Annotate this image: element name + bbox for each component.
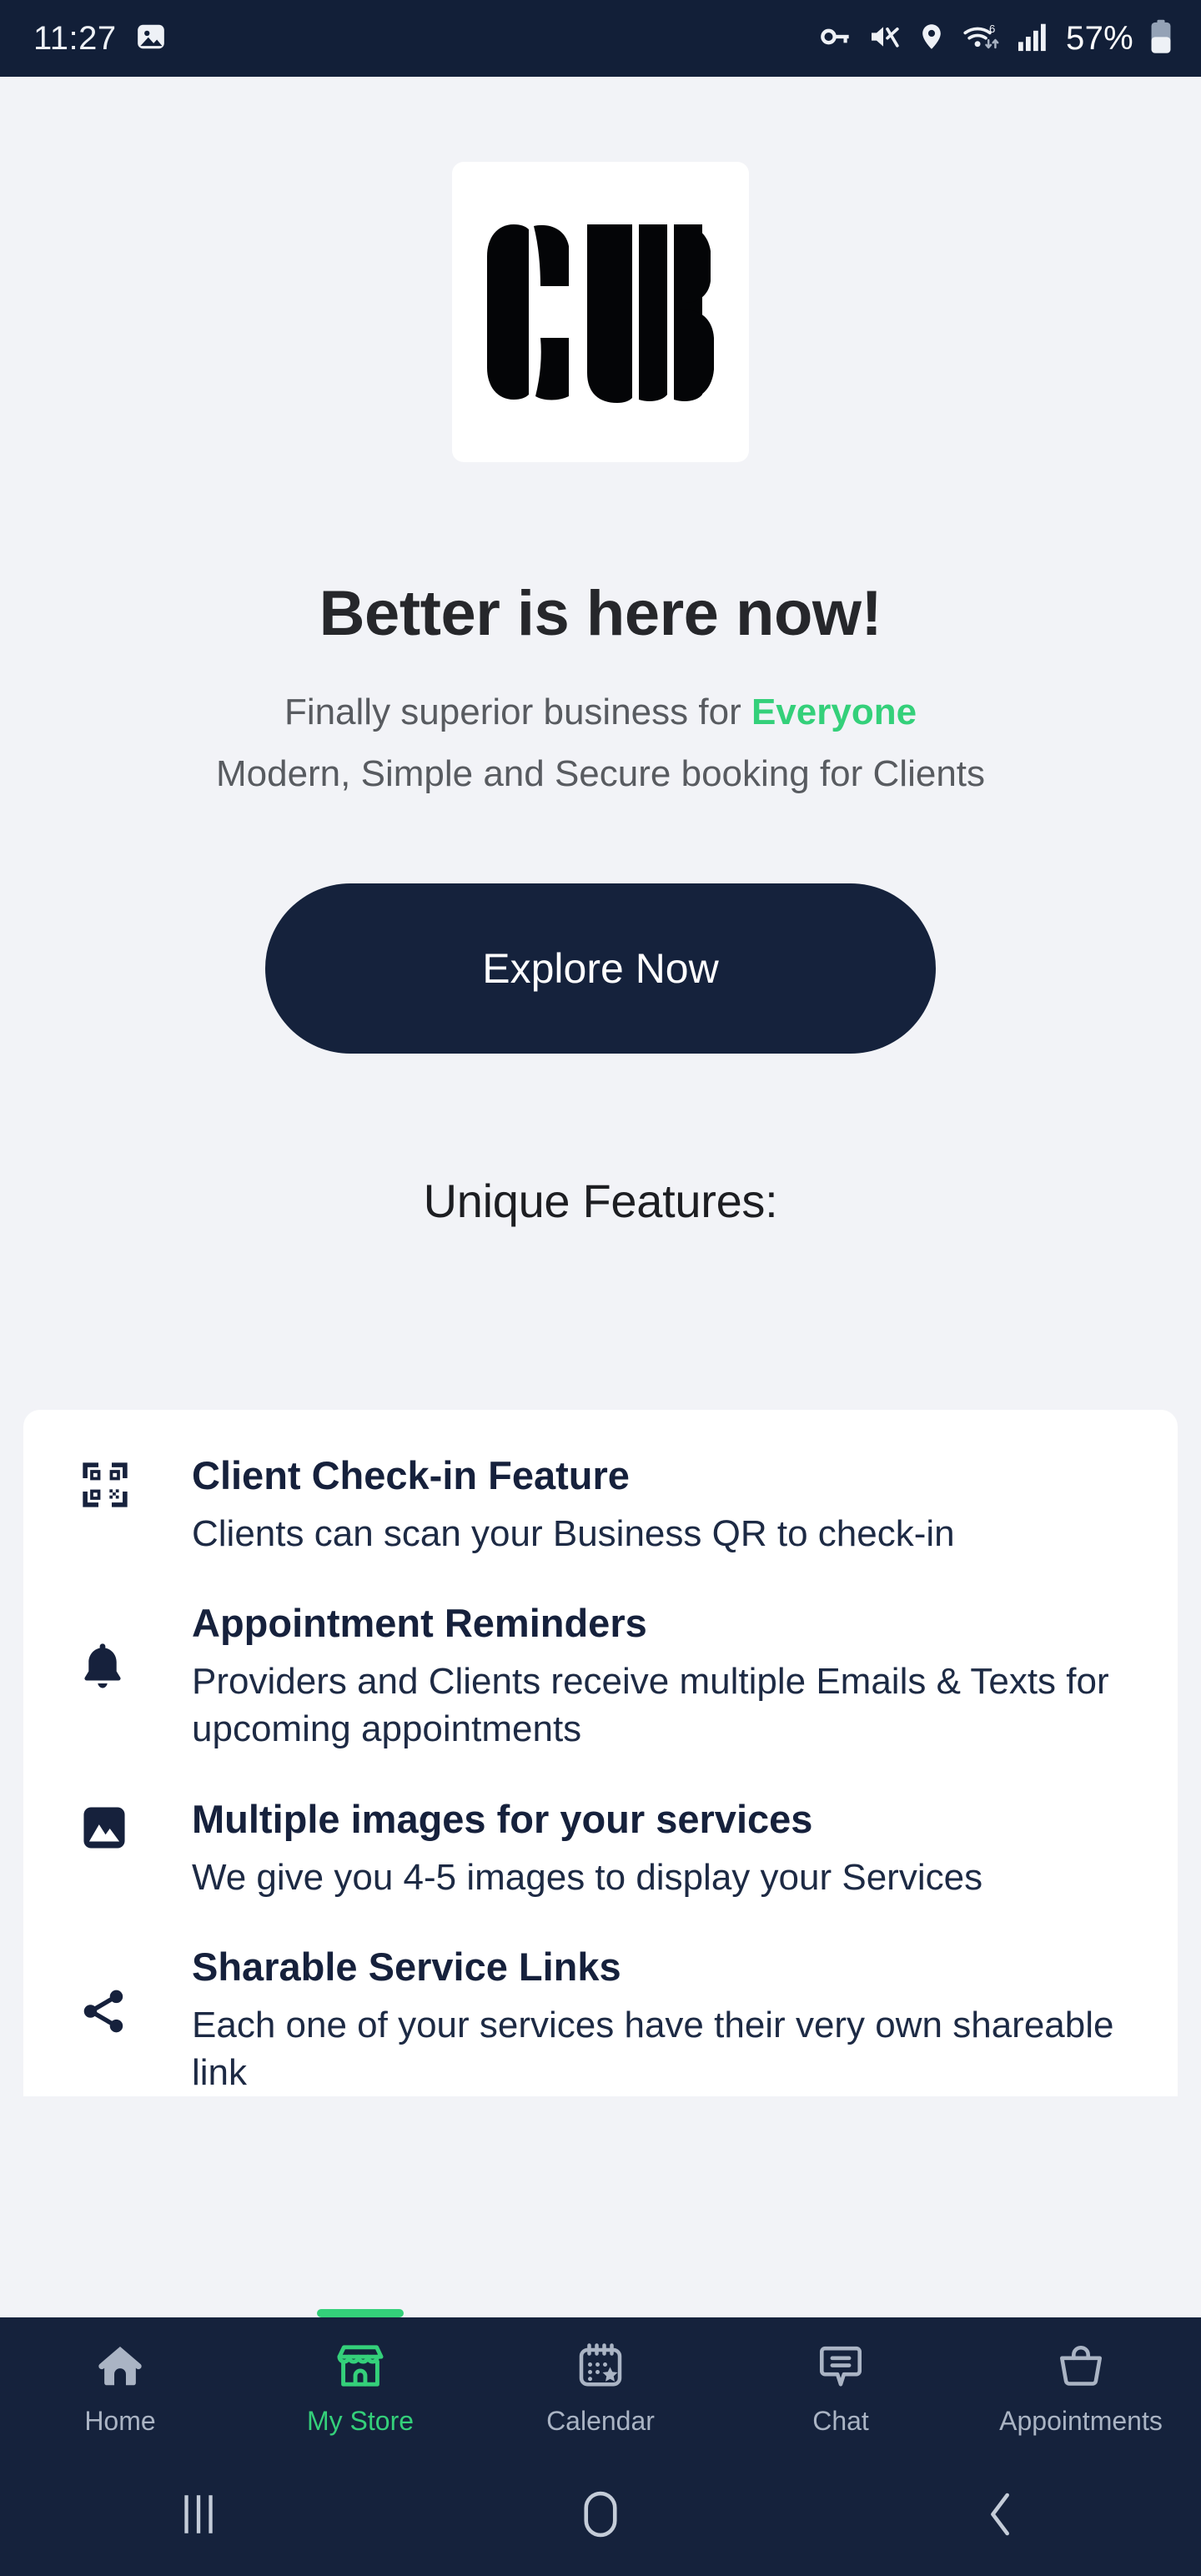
feature-row-client-checkin: Client Check-in Feature Clients can scan…	[23, 1453, 1178, 1557]
tab-label: Appointments	[999, 2406, 1163, 2436]
image-icon	[78, 1797, 180, 1854]
features-card: Client Check-in Feature Clients can scan…	[23, 1410, 1178, 2097]
calendar-star-icon	[575, 2336, 626, 2396]
tab-my-store[interactable]: My Store	[240, 2309, 480, 2453]
page-title: Better is here now!	[319, 578, 882, 649]
screenshot-image-icon	[135, 21, 167, 57]
wifi-6-icon: 6	[962, 20, 1001, 58]
cub-logo	[452, 162, 749, 462]
hero-section: Better is here now! Finally superior bus…	[0, 77, 1201, 1228]
hero-subtitle-accent: Everyone	[751, 692, 917, 732]
features-heading: Unique Features:	[423, 1175, 778, 1227]
hero-subtitle-primary: Finally superior business for Everyone	[0, 692, 1201, 733]
qr-code-scan-icon	[78, 1453, 180, 1512]
location-pin-icon	[917, 22, 947, 56]
tab-label: Chat	[812, 2406, 869, 2436]
store-icon	[334, 2336, 386, 2396]
feature-title: Client Check-in Feature	[192, 1453, 630, 1497]
feature-description: Each one of your services have their ver…	[192, 2004, 1114, 2094]
feature-description: Providers and Clients receive multiple E…	[192, 1661, 1109, 1750]
chat-bubble-icon	[817, 2336, 865, 2396]
signal-bars-icon	[1017, 22, 1050, 56]
basket-icon	[1056, 2336, 1106, 2396]
explore-now-button[interactable]: Explore Now	[265, 883, 936, 1054]
logo-container	[0, 162, 1201, 462]
recent-apps-button[interactable]	[0, 2490, 400, 2538]
tab-label: Calendar	[546, 2406, 655, 2436]
battery-icon	[1149, 19, 1173, 58]
status-bar: 11:27 6 57%	[0, 0, 1201, 77]
active-tab-indicator	[317, 2309, 404, 2317]
bottom-navigation-bar: Home My Store Calendar Chat Appointments	[0, 2309, 1201, 2453]
app-screen: 11:27 6 57% Better is here now! Finally …	[0, 0, 1201, 2576]
feature-text-multiple-images: Multiple images for your services We giv…	[180, 1797, 1141, 1901]
home-icon	[94, 2336, 146, 2396]
feature-title: Appointment Reminders	[192, 1601, 647, 1646]
hero-subtitle-secondary: Modern, Simple and Secure booking for Cl…	[215, 753, 986, 794]
status-bar-left: 11:27	[33, 20, 167, 58]
battery-percent-label: 57%	[1066, 19, 1133, 57]
tab-appointments[interactable]: Appointments	[961, 2317, 1201, 2453]
cta-container: Explore Now	[0, 883, 1201, 1054]
feature-text-appointment-reminders: Appointment Reminders Providers and Clie…	[180, 1601, 1141, 1753]
feature-text-client-checkin: Client Check-in Feature Clients can scan…	[180, 1453, 1141, 1557]
back-chevron-icon	[991, 2493, 1009, 2536]
tab-home[interactable]: Home	[0, 2317, 240, 2453]
tab-label: My Store	[306, 2406, 415, 2436]
status-bar-clock: 11:27	[33, 19, 117, 57]
feature-row-sharable-links: Sharable Service Links Each one of your …	[23, 1945, 1178, 2096]
android-system-nav	[0, 2453, 1201, 2576]
mute-icon	[867, 20, 901, 58]
vpn-key-icon	[818, 20, 852, 58]
share-icon	[78, 1945, 180, 2038]
hero-subtitle-prefix: Finally superior business for	[284, 692, 751, 732]
home-button[interactable]	[400, 2490, 801, 2538]
feature-row-appointment-reminders: Appointment Reminders Providers and Clie…	[23, 1601, 1178, 1753]
back-button[interactable]	[801, 2490, 1201, 2538]
feature-text-sharable-links: Sharable Service Links Each one of your …	[180, 1945, 1141, 2096]
status-bar-right: 6 57%	[818, 19, 1173, 58]
tab-label: Home	[84, 2406, 156, 2436]
bell-icon	[78, 1601, 180, 1693]
feature-title: Multiple images for your services	[192, 1796, 813, 1841]
feature-description: We give you 4-5 images to display your S…	[192, 1856, 983, 1898]
recents-icon	[184, 2495, 213, 2533]
home-circle-icon	[584, 2491, 617, 2538]
tab-chat[interactable]: Chat	[721, 2317, 961, 2453]
feature-description: Clients can scan your Business QR to che…	[192, 1513, 955, 1555]
feature-title: Sharable Service Links	[192, 1944, 621, 1989]
tab-calendar[interactable]: Calendar	[480, 2317, 721, 2453]
cub-logo-mark	[487, 224, 714, 403]
feature-row-multiple-images: Multiple images for your services We giv…	[23, 1797, 1178, 1901]
svg-text:6: 6	[989, 23, 995, 35]
